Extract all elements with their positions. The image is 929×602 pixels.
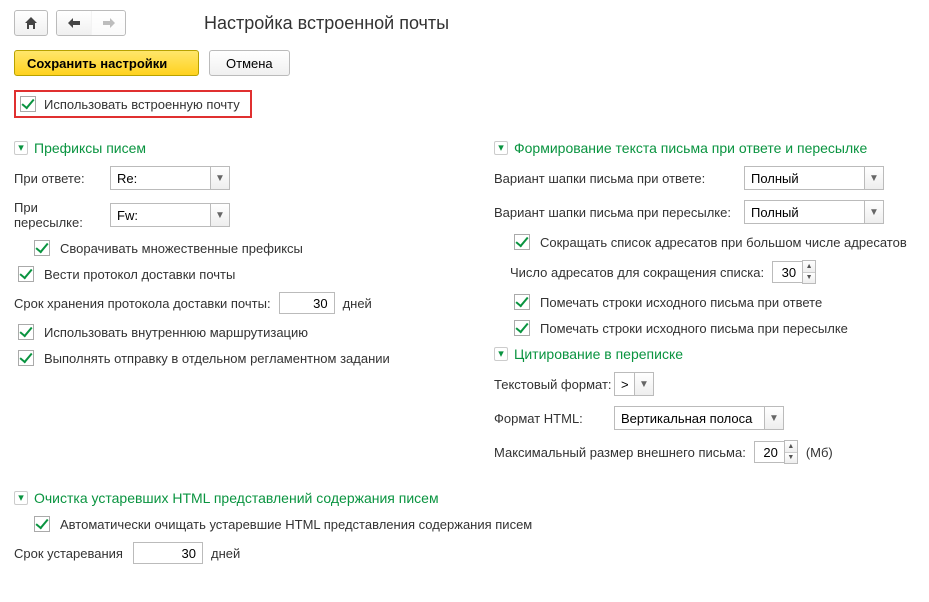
chevron-down-icon — [494, 141, 508, 155]
mark-forward-lines-checkbox[interactable] — [514, 320, 530, 336]
recipients-count-spinner[interactable]: ▲▼ — [802, 260, 816, 284]
forward-header-dropdown[interactable]: ▼ — [864, 200, 884, 224]
cleanup-age-input[interactable] — [133, 542, 203, 564]
use-builtin-mail-row: Использовать встроенную почту — [14, 90, 252, 118]
delivery-log-label: Вести протокол доставки почты — [44, 267, 235, 282]
forward-button — [91, 11, 125, 35]
quote-text-format-input[interactable] — [614, 372, 634, 396]
log-retention-input[interactable] — [279, 292, 335, 314]
max-size-input[interactable] — [754, 441, 784, 463]
log-retention-label: Срок хранения протокола доставки почты: — [14, 296, 271, 311]
separate-job-checkbox[interactable] — [18, 350, 34, 366]
reply-prefix-label: При ответе: — [14, 171, 110, 186]
separate-job-label: Выполнять отправку в отдельном регламент… — [44, 351, 390, 366]
section-toggle-cleanup[interactable]: Очистка устаревших HTML представлений со… — [14, 490, 915, 506]
section-toggle-quote[interactable]: Цитирование в переписке — [494, 346, 915, 362]
auto-cleanup-checkbox[interactable] — [34, 516, 50, 532]
max-size-unit: (Мб) — [806, 445, 833, 460]
forward-prefix-dropdown[interactable]: ▼ — [210, 203, 230, 227]
max-size-label: Максимальный размер внешнего письма: — [494, 445, 746, 460]
forward-header-label: Вариант шапки письма при пересылке: — [494, 205, 744, 220]
recipients-count-input[interactable] — [772, 261, 802, 283]
back-button[interactable] — [57, 11, 91, 35]
collapse-prefixes-label: Сворачивать множественные префиксы — [60, 241, 303, 256]
page-title: Настройка встроенной почты — [204, 13, 449, 34]
max-size-spinner[interactable]: ▲▼ — [784, 440, 798, 464]
quote-html-format-input[interactable] — [614, 406, 764, 430]
section-toggle-reply-body[interactable]: Формирование текста письма при ответе и … — [494, 140, 915, 156]
forward-header-input[interactable] — [744, 200, 864, 224]
collapse-prefixes-checkbox[interactable] — [34, 240, 50, 256]
reply-prefix-dropdown[interactable]: ▼ — [210, 166, 230, 190]
cleanup-age-label: Срок устаревания — [14, 546, 123, 561]
auto-cleanup-label: Автоматически очищать устаревшие HTML пр… — [60, 517, 532, 532]
mark-forward-lines-label: Помечать строки исходного письма при пер… — [540, 321, 848, 336]
quote-text-format-dropdown[interactable]: ▼ — [634, 372, 654, 396]
section-title-prefixes: Префиксы писем — [34, 140, 146, 156]
save-button[interactable]: Сохранить настройки — [14, 50, 199, 76]
section-title-quote: Цитирование в переписке — [514, 346, 683, 362]
use-builtin-mail-label: Использовать встроенную почту — [44, 97, 240, 112]
mark-reply-lines-checkbox[interactable] — [514, 294, 530, 310]
section-title-cleanup: Очистка устаревших HTML представлений со… — [34, 490, 439, 506]
chevron-down-icon — [14, 141, 28, 155]
log-retention-unit: дней — [343, 296, 372, 311]
internal-routing-label: Использовать внутреннюю маршрутизацию — [44, 325, 308, 340]
mark-reply-lines-label: Помечать строки исходного письма при отв… — [540, 295, 822, 310]
reply-header-dropdown[interactable]: ▼ — [864, 166, 884, 190]
home-icon — [24, 16, 38, 30]
quote-html-format-dropdown[interactable]: ▼ — [764, 406, 784, 430]
reply-header-label: Вариант шапки письма при ответе: — [494, 171, 744, 186]
use-builtin-mail-checkbox[interactable] — [20, 96, 36, 112]
delivery-log-checkbox[interactable] — [18, 266, 34, 282]
arrow-right-icon — [103, 18, 115, 28]
shorten-recipients-checkbox[interactable] — [514, 234, 530, 250]
recipients-count-label: Число адресатов для сокращения списка: — [510, 265, 764, 280]
forward-prefix-input[interactable] — [110, 203, 210, 227]
quote-html-format-label: Формат HTML: — [494, 411, 614, 426]
chevron-down-icon — [14, 491, 28, 505]
home-button[interactable] — [14, 10, 48, 36]
arrow-left-icon — [68, 18, 80, 28]
reply-header-input[interactable] — [744, 166, 864, 190]
cancel-button[interactable]: Отмена — [209, 50, 290, 76]
quote-text-format-label: Текстовый формат: — [494, 377, 614, 392]
cleanup-age-unit: дней — [211, 546, 240, 561]
internal-routing-checkbox[interactable] — [18, 324, 34, 340]
section-title-reply-body: Формирование текста письма при ответе и … — [514, 140, 867, 156]
chevron-down-icon — [494, 347, 508, 361]
shorten-recipients-label: Сокращать список адресатов при большом ч… — [540, 235, 907, 250]
section-toggle-prefixes[interactable]: Префиксы писем — [14, 140, 464, 156]
reply-prefix-input[interactable] — [110, 166, 210, 190]
forward-prefix-label: При пересылке: — [14, 200, 110, 230]
